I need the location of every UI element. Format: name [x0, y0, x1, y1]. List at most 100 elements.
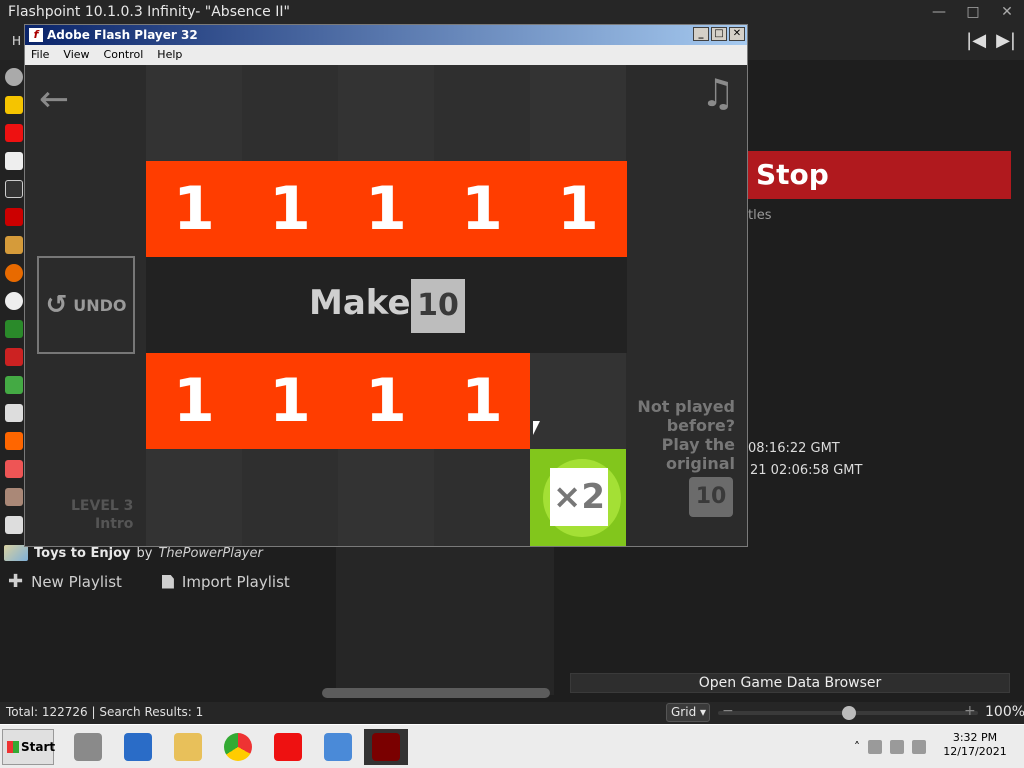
flash-close-button[interactable]: ✕	[729, 27, 745, 41]
windows-logo-icon	[7, 741, 19, 753]
taskbar-app-chrome[interactable]	[216, 729, 260, 765]
clock[interactable]: 3:32 PM 12/17/2021	[940, 731, 1010, 759]
pumpkin-icon[interactable]	[5, 264, 23, 282]
multiplier-tile[interactable]: ×2	[550, 468, 608, 526]
flashpoint-title: Flashpoint 10.1.0.3 Infinity- "Absence I…	[8, 4, 290, 20]
as-icon[interactable]	[5, 180, 23, 198]
figure-icon[interactable]	[5, 516, 23, 534]
number-row-bottom[interactable]: 1 1 1 1	[146, 353, 530, 449]
number-tile[interactable]: 1	[146, 353, 242, 449]
taskbar-app-window[interactable]	[316, 729, 360, 765]
previous-icon[interactable]: |◀	[966, 30, 986, 51]
view-mode-select[interactable]: Grid ▾	[666, 703, 710, 722]
original-game-badge[interactable]: 10	[689, 477, 733, 517]
menu-control[interactable]: Control	[104, 45, 144, 65]
menu-view[interactable]: View	[63, 45, 89, 65]
taskbar-app-explorer[interactable]	[166, 729, 210, 765]
taskbar-app-flashpoint[interactable]	[266, 729, 310, 765]
taskbar-app-powershell[interactable]	[116, 729, 160, 765]
date-modified: 21 02:06:58 GMT	[750, 463, 863, 478]
burger-icon[interactable]	[5, 236, 23, 254]
flash-player-title: Adobe Flash Player 32	[47, 28, 198, 42]
bowl-icon[interactable]	[5, 292, 23, 310]
tray-expand-icon[interactable]: ˄	[854, 740, 860, 754]
target-number: 10	[411, 279, 465, 333]
menu-file[interactable]: File	[31, 45, 49, 65]
taskbar-app-flash[interactable]	[364, 729, 408, 765]
number-row-top[interactable]: 1 1 1 1 1	[146, 161, 627, 257]
number-tile[interactable]: 1	[338, 353, 434, 449]
pixel-icon[interactable]	[5, 376, 23, 394]
invader-icon[interactable]	[5, 152, 23, 170]
stop-button[interactable]: Stop	[748, 151, 1011, 199]
new-playlist-button[interactable]: ✚ New Playlist	[8, 571, 122, 592]
playlist-author: ThePowerPlayer	[158, 545, 263, 561]
plus-icon: ✚	[8, 571, 24, 592]
piano-icon[interactable]	[5, 460, 23, 478]
maximize-button[interactable]: □	[956, 0, 990, 24]
fire-icon[interactable]	[5, 432, 23, 450]
start-label: Start	[21, 740, 56, 754]
terminal-icon	[124, 733, 152, 761]
undo-label: UNDO	[73, 295, 127, 315]
zoom-in-icon[interactable]: +	[964, 703, 976, 719]
open-game-data-button[interactable]: Open Game Data Browser	[570, 673, 1010, 693]
number-tile[interactable]: 1	[242, 161, 338, 257]
details-text: tles	[748, 208, 772, 223]
taskbar: Start ˄ 3:32 PM 12/17/2021	[0, 724, 1024, 768]
eye-icon[interactable]	[5, 68, 23, 86]
flash-window-controls: _ □ ✕	[693, 27, 745, 41]
tools-icon	[74, 733, 102, 761]
number-tile[interactable]: 1	[530, 161, 626, 257]
toys-playlist-icon	[4, 545, 28, 561]
network-icon[interactable]	[890, 740, 904, 754]
window-icon	[324, 733, 352, 761]
number-tile[interactable]: 1	[242, 353, 338, 449]
game-stage[interactable]: 1 1 1 1 1 Make 10 1 1 1 1 ↺ UNDO ← ♫ ×2 …	[25, 65, 747, 546]
close-button[interactable]: ✕	[990, 0, 1024, 24]
media-controls: |◀ ▶|	[966, 30, 1016, 51]
tree-icon[interactable]	[5, 320, 23, 338]
w-icon[interactable]	[5, 348, 23, 366]
game-grid-area	[336, 545, 554, 695]
not-played-text[interactable]: Not played before? Play the original	[625, 397, 735, 473]
level-name: Intro	[95, 516, 134, 532]
status-text: Total: 122726 | Search Results: 1	[6, 705, 203, 719]
make-label: Make	[309, 283, 411, 323]
home-tab[interactable]: H	[12, 34, 21, 48]
menu-help[interactable]: Help	[157, 45, 182, 65]
status-separator: |	[91, 705, 96, 719]
number-tile[interactable]: 1	[434, 353, 530, 449]
number-icon[interactable]	[5, 208, 23, 226]
minimize-button[interactable]: —	[922, 0, 956, 24]
start-button[interactable]: Start	[2, 729, 56, 765]
number-tile[interactable]: 1	[338, 161, 434, 257]
flash-logo-icon: f	[29, 28, 43, 42]
music-note-icon[interactable]: ♫	[701, 71, 735, 115]
number-tile[interactable]: 1	[434, 161, 530, 257]
box-icon[interactable]	[5, 404, 23, 422]
flash-maximize-button[interactable]: □	[711, 27, 727, 41]
level-indicator: LEVEL 3 Intro	[71, 497, 133, 533]
flash-minimize-button[interactable]: _	[693, 27, 709, 41]
security-icon[interactable]	[868, 740, 882, 754]
volume-icon[interactable]	[912, 740, 926, 754]
back-arrow-icon[interactable]: ←	[39, 79, 69, 120]
taskbar-app-tools[interactable]	[66, 729, 110, 765]
star-icon[interactable]	[5, 96, 23, 114]
character-icon[interactable]	[5, 488, 23, 506]
import-playlist-button[interactable]: Import Playlist	[161, 571, 290, 592]
next-icon[interactable]: ▶|	[996, 30, 1016, 51]
flashpoint-icon[interactable]	[5, 124, 23, 142]
flashpoint-icon	[274, 733, 302, 761]
new-playlist-label: New Playlist	[31, 572, 122, 591]
horizontal-scrollbar[interactable]	[322, 688, 550, 698]
undo-button[interactable]: ↺ UNDO	[37, 256, 135, 354]
flash-icon	[372, 733, 400, 761]
number-tile[interactable]: 1	[146, 161, 242, 257]
zoom-out-icon[interactable]: −	[722, 703, 734, 719]
zoom-slider-handle[interactable]	[842, 706, 856, 720]
date-added: 08:16:22 GMT	[748, 441, 840, 456]
document-icon	[161, 574, 174, 589]
mouse-cursor-icon	[533, 421, 540, 435]
